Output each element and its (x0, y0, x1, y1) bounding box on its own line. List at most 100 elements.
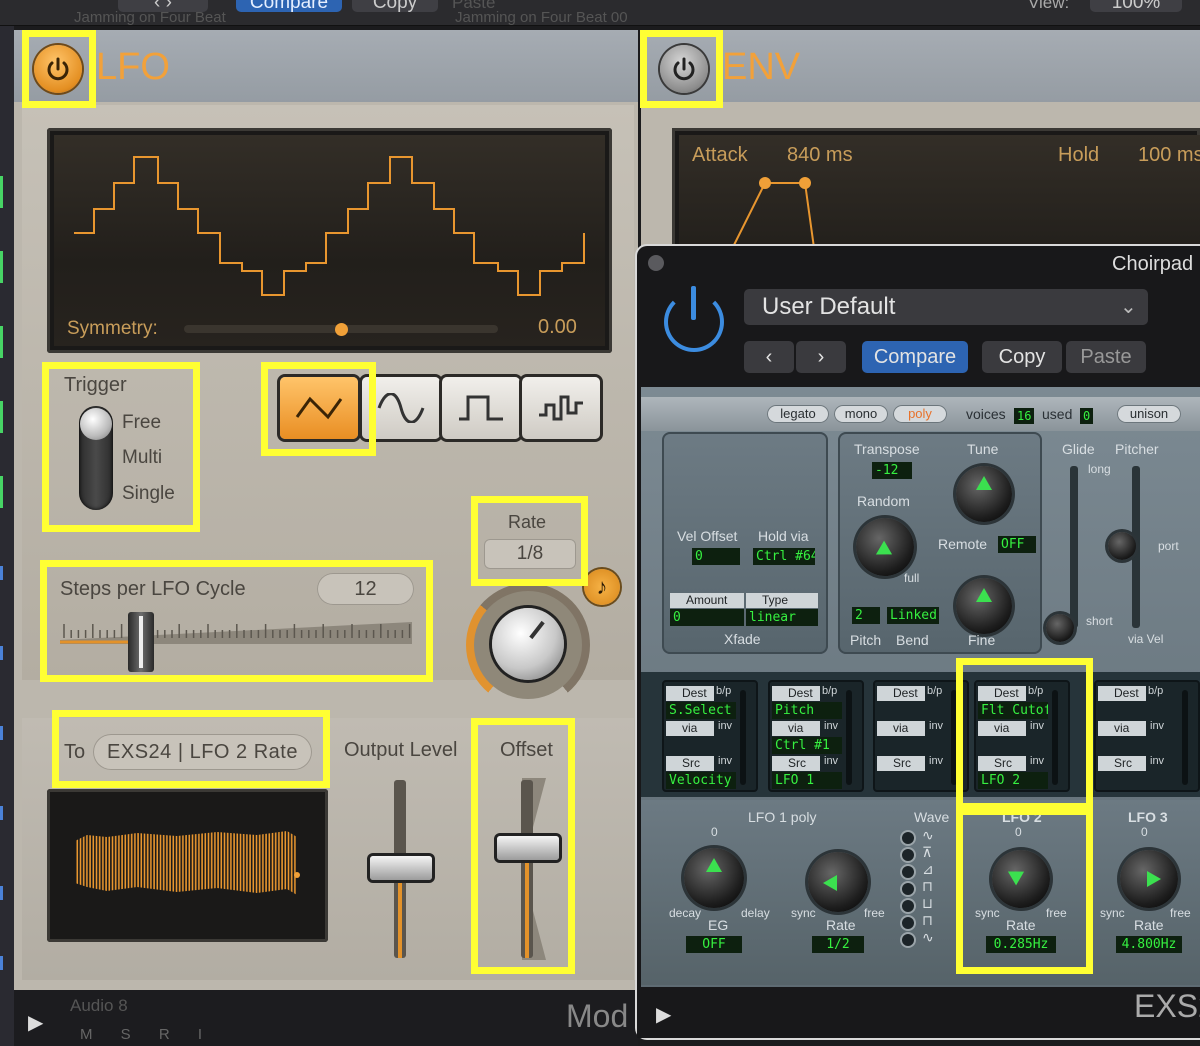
xfade-label: Xfade (724, 631, 761, 647)
pitcher-handle[interactable] (1108, 532, 1136, 560)
slot-via-value[interactable]: Ctrl #1 (772, 737, 842, 754)
mode-poly[interactable]: poly (893, 405, 947, 423)
prev-preset-button[interactable]: ‹ (744, 341, 794, 373)
play-icon[interactable]: ▶ (656, 1002, 671, 1027)
slot-bp-label: b/p (1028, 685, 1044, 697)
transpose-value[interactable]: -12 (872, 462, 912, 479)
type-label: Type (746, 593, 818, 608)
trigger-option-multi[interactable]: Multi (122, 447, 162, 469)
slot-amount-slider[interactable] (951, 690, 957, 785)
output-level-handle[interactable] (370, 856, 432, 880)
exs-power-icon-stem (691, 286, 696, 320)
lfo3-rate-value[interactable]: 4.800Hz (1116, 936, 1182, 953)
lfo1-decay-label: decay (669, 906, 702, 920)
lfo2-rate-knob[interactable] (992, 850, 1050, 908)
lfo1-eg-knob[interactable] (684, 848, 744, 908)
trigger-option-single[interactable]: Single (122, 483, 175, 505)
vel-offset-value[interactable]: 0 (692, 548, 740, 565)
attack-value[interactable]: 840 ms (787, 144, 853, 167)
exs-copy-button[interactable]: Copy (982, 341, 1062, 373)
sync-note-icon[interactable]: ♪ (584, 569, 620, 605)
slot-src-inv-label: inv (929, 755, 944, 767)
window-close-button[interactable] (648, 255, 664, 271)
tune-knob[interactable] (956, 466, 1012, 522)
slot-src-value[interactable]: Velocity (666, 772, 736, 789)
env-graph (679, 135, 1200, 256)
wave-radio-button[interactable] (902, 917, 914, 929)
wave-square-button[interactable] (442, 377, 520, 439)
lfo1-rate-knob[interactable] (808, 852, 868, 912)
slot-src-value[interactable]: LFO 2 (978, 772, 1048, 789)
env-power-button[interactable] (660, 45, 708, 93)
slot-src-label: Src (1098, 756, 1146, 771)
random-knob[interactable] (856, 518, 914, 576)
amount-value[interactable]: 0 (670, 609, 744, 626)
slot-via-label: via (877, 721, 925, 736)
tune-label: Tune (967, 441, 999, 457)
slot-dest-value[interactable]: Pitch (772, 702, 842, 719)
slot-dest-value[interactable]: Flt Cutoff (978, 702, 1048, 719)
view-label: View: (1028, 0, 1070, 12)
zoom-select[interactable]: 100% (1090, 0, 1182, 13)
slot-amount-slider[interactable] (1182, 690, 1188, 785)
steps-slider-track[interactable] (60, 618, 412, 644)
trigger-switch-knob[interactable] (80, 408, 112, 440)
wave-radio-button[interactable] (902, 849, 914, 861)
host-compare-button[interactable]: Compare (236, 0, 342, 13)
hold-label: Hold (1058, 144, 1100, 166)
play-icon[interactable]: ▶ (28, 1010, 43, 1035)
glide-short-label: short (1086, 614, 1113, 628)
next-preset-button[interactable]: › (796, 341, 846, 373)
hold-value[interactable]: 100 ms (1138, 144, 1200, 167)
exs-paste-button[interactable]: Paste (1066, 341, 1146, 373)
linked-value[interactable]: Linked (887, 607, 939, 624)
voices-value[interactable]: 16 (1014, 408, 1035, 424)
lfo1-rate-value[interactable]: 1/2 (812, 936, 864, 953)
pitcher-port-label: port (1158, 539, 1179, 553)
exs-compare-button[interactable]: Compare (862, 341, 968, 373)
bend-value[interactable]: 2 (852, 607, 880, 624)
steps-value-field[interactable]: 12 (317, 573, 414, 605)
glide-slider[interactable] (1070, 466, 1078, 628)
lfo2-rate-value[interactable]: 0.285Hz (986, 936, 1056, 953)
wave-radio-button[interactable] (902, 866, 914, 878)
slot-src-label: Src (978, 756, 1026, 771)
lfo1-eg-value[interactable]: OFF (686, 936, 742, 953)
fine-knob[interactable] (956, 578, 1012, 634)
hold-via-value[interactable]: Ctrl #64 (753, 548, 815, 565)
wave-triangle-button[interactable] (280, 377, 358, 439)
glide-handle[interactable] (1046, 614, 1074, 642)
lfo-power-button[interactable] (34, 45, 82, 93)
rate-knob[interactable] (492, 608, 564, 680)
mode-mono[interactable]: mono (834, 405, 888, 423)
type-value[interactable]: linear (746, 609, 818, 626)
wave-radio-button[interactable] (902, 883, 914, 895)
remote-value[interactable]: OFF (998, 536, 1036, 553)
wave-radio-button[interactable] (902, 934, 914, 946)
target-select[interactable]: EXS24 | LFO 2 Rate (93, 734, 312, 770)
mode-legato[interactable]: legato (767, 405, 829, 423)
track-buttons[interactable]: M S R I (80, 1026, 214, 1043)
slot-dest-value[interactable]: S.Select (666, 702, 736, 719)
slot-src-value[interactable]: LFO 1 (772, 772, 842, 789)
rate-value-field[interactable]: 1/8 (484, 539, 576, 569)
preset-select[interactable]: User Default (744, 289, 1148, 325)
offset-handle[interactable] (497, 836, 559, 860)
slot-amount-slider[interactable] (846, 690, 852, 785)
wave-radio-button[interactable] (902, 900, 914, 912)
symmetry-slider-handle[interactable] (335, 323, 348, 336)
wave-radio-button[interactable] (902, 832, 914, 844)
host-copy-button[interactable]: Copy (352, 0, 438, 13)
steps-slider-handle[interactable] (128, 612, 154, 672)
slot-amount-slider[interactable] (1052, 690, 1058, 785)
lfo1-rate-label: Rate (826, 917, 856, 933)
wave-sine-button[interactable] (362, 377, 440, 439)
exs-window-title: Choirpad (1112, 253, 1194, 275)
mode-unison[interactable]: unison (1117, 405, 1181, 423)
target-label: To (64, 741, 86, 763)
slot-amount-slider[interactable] (740, 690, 746, 785)
wave-random-button[interactable] (522, 377, 600, 439)
slot-src-label: Src (772, 756, 820, 771)
trigger-option-free[interactable]: Free (122, 412, 161, 434)
lfo3-rate-knob[interactable] (1120, 850, 1178, 908)
